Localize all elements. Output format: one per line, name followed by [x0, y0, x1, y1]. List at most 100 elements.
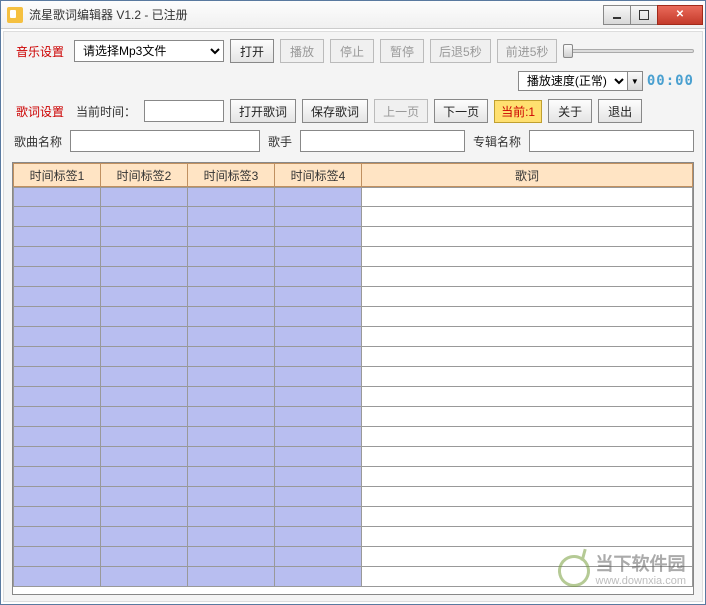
cell-timestamp[interactable]	[13, 206, 101, 227]
cell-timestamp[interactable]	[187, 406, 275, 427]
prev-page-button[interactable]: 上一页	[374, 99, 428, 123]
table-row[interactable]	[13, 347, 693, 367]
cell-timestamp[interactable]	[100, 486, 188, 507]
header-lyric[interactable]: 歌词	[361, 163, 693, 187]
table-row[interactable]	[13, 447, 693, 467]
cell-timestamp[interactable]	[13, 406, 101, 427]
cell-timestamp[interactable]	[13, 446, 101, 467]
cell-timestamp[interactable]	[100, 346, 188, 367]
table-row[interactable]	[13, 407, 693, 427]
play-button[interactable]: 播放	[280, 39, 324, 63]
header-timestamp2[interactable]: 时间标签2	[100, 163, 188, 187]
cell-timestamp[interactable]	[274, 206, 362, 227]
table-row[interactable]	[13, 567, 693, 587]
cell-lyric[interactable]	[361, 246, 693, 267]
cell-timestamp[interactable]	[187, 526, 275, 547]
cell-lyric[interactable]	[361, 426, 693, 447]
pause-button[interactable]: 暂停	[380, 39, 424, 63]
cell-timestamp[interactable]	[100, 206, 188, 227]
cell-timestamp[interactable]	[100, 266, 188, 287]
cell-timestamp[interactable]	[100, 566, 188, 587]
cell-lyric[interactable]	[361, 506, 693, 527]
cell-timestamp[interactable]	[274, 266, 362, 287]
maximize-button[interactable]	[630, 5, 658, 25]
progress-slider[interactable]	[563, 42, 694, 60]
cell-timestamp[interactable]	[274, 386, 362, 407]
cell-timestamp[interactable]	[274, 346, 362, 367]
cell-timestamp[interactable]	[274, 426, 362, 447]
cell-lyric[interactable]	[361, 346, 693, 367]
cell-lyric[interactable]	[361, 386, 693, 407]
cell-timestamp[interactable]	[274, 446, 362, 467]
cell-timestamp[interactable]	[100, 426, 188, 447]
cell-lyric[interactable]	[361, 306, 693, 327]
cell-timestamp[interactable]	[13, 486, 101, 507]
cell-timestamp[interactable]	[13, 366, 101, 387]
cell-timestamp[interactable]	[187, 546, 275, 567]
cell-lyric[interactable]	[361, 526, 693, 547]
table-row[interactable]	[13, 247, 693, 267]
cell-timestamp[interactable]	[187, 326, 275, 347]
mp3-file-select[interactable]: 请选择Mp3文件	[74, 40, 224, 62]
cell-timestamp[interactable]	[187, 187, 275, 207]
cell-timestamp[interactable]	[274, 546, 362, 567]
cell-timestamp[interactable]	[100, 386, 188, 407]
cell-timestamp[interactable]	[13, 346, 101, 367]
cell-timestamp[interactable]	[13, 326, 101, 347]
cell-timestamp[interactable]	[187, 386, 275, 407]
cell-lyric[interactable]	[361, 366, 693, 387]
album-input[interactable]	[529, 130, 694, 152]
table-row[interactable]	[13, 427, 693, 447]
cell-timestamp[interactable]	[274, 466, 362, 487]
cell-timestamp[interactable]	[274, 526, 362, 547]
cell-lyric[interactable]	[361, 466, 693, 487]
cell-timestamp[interactable]	[100, 326, 188, 347]
cell-timestamp[interactable]	[13, 426, 101, 447]
cell-timestamp[interactable]	[100, 506, 188, 527]
open-lyric-button[interactable]: 打开歌词	[230, 99, 296, 123]
cell-timestamp[interactable]	[13, 546, 101, 567]
cell-lyric[interactable]	[361, 226, 693, 247]
cell-timestamp[interactable]	[100, 366, 188, 387]
cell-lyric[interactable]	[361, 406, 693, 427]
cell-timestamp[interactable]	[100, 246, 188, 267]
cell-lyric[interactable]	[361, 206, 693, 227]
table-row[interactable]	[13, 507, 693, 527]
slider-thumb[interactable]	[563, 44, 573, 58]
forward5-button[interactable]: 前进5秒	[497, 39, 558, 63]
cell-timestamp[interactable]	[187, 446, 275, 467]
cell-timestamp[interactable]	[274, 286, 362, 307]
cell-timestamp[interactable]	[100, 306, 188, 327]
cell-lyric[interactable]	[361, 446, 693, 467]
cell-lyric[interactable]	[361, 566, 693, 587]
table-row[interactable]	[13, 467, 693, 487]
cell-timestamp[interactable]	[187, 566, 275, 587]
cell-timestamp[interactable]	[100, 526, 188, 547]
exit-button[interactable]: 退出	[598, 99, 642, 123]
speed-dropdown-icon[interactable]: ▼	[627, 71, 643, 91]
cell-timestamp[interactable]	[100, 187, 188, 207]
save-lyric-button[interactable]: 保存歌词	[302, 99, 368, 123]
cell-timestamp[interactable]	[13, 526, 101, 547]
cell-timestamp[interactable]	[274, 187, 362, 207]
next-page-button[interactable]: 下一页	[434, 99, 488, 123]
cell-timestamp[interactable]	[187, 306, 275, 327]
table-row[interactable]	[13, 367, 693, 387]
cell-timestamp[interactable]	[13, 266, 101, 287]
cell-timestamp[interactable]	[274, 306, 362, 327]
cell-lyric[interactable]	[361, 326, 693, 347]
cell-timestamp[interactable]	[13, 466, 101, 487]
table-row[interactable]	[13, 287, 693, 307]
table-row[interactable]	[13, 267, 693, 287]
cell-timestamp[interactable]	[274, 486, 362, 507]
stop-button[interactable]: 停止	[330, 39, 374, 63]
cell-lyric[interactable]	[361, 266, 693, 287]
cell-timestamp[interactable]	[13, 566, 101, 587]
minimize-button[interactable]	[603, 5, 631, 25]
cell-timestamp[interactable]	[100, 466, 188, 487]
header-timestamp4[interactable]: 时间标签4	[274, 163, 362, 187]
table-row[interactable]	[13, 207, 693, 227]
back5-button[interactable]: 后退5秒	[430, 39, 491, 63]
open-file-button[interactable]: 打开	[230, 39, 274, 63]
cell-lyric[interactable]	[361, 187, 693, 207]
